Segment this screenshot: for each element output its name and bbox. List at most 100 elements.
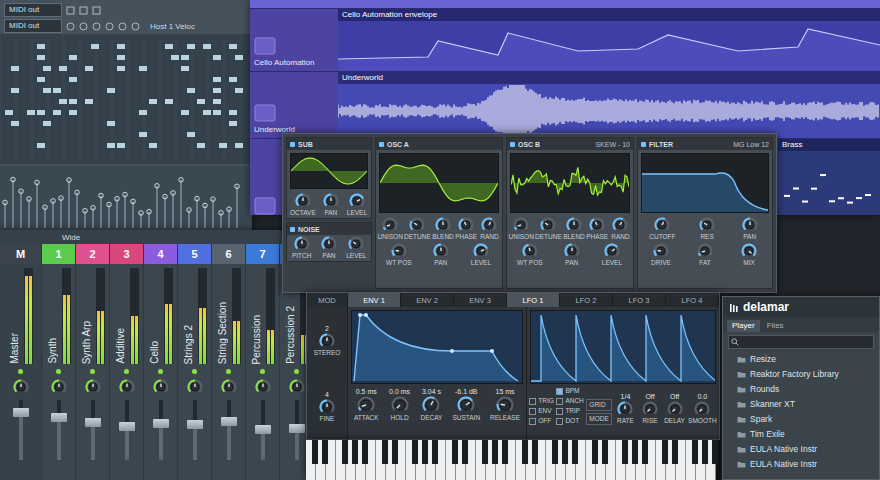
active-led[interactable] [192,369,197,374]
switch-box[interactable] [556,408,563,415]
black-key[interactable] [502,440,508,464]
switch-box[interactable] [556,418,563,425]
knob-dial[interactable] [422,396,440,414]
knob-dial[interactable] [357,396,375,414]
output-select[interactable]: MIDI out [4,19,62,33]
switch-box[interactable] [529,408,536,415]
mod-tab[interactable]: ENV 1 [348,293,401,307]
mod-tab[interactable]: LFO 3 [613,293,666,307]
knob-dial[interactable] [85,379,101,395]
knob-dial[interactable] [221,379,237,395]
knob-dial[interactable] [289,379,305,395]
knob-dial[interactable] [654,217,670,233]
knob[interactable]: DETUNE [404,217,431,241]
knob-dial[interactable] [391,396,409,414]
mixer-strip[interactable]: MMaster [0,244,42,480]
black-key[interactable] [322,440,328,464]
knob-dial[interactable] [481,217,497,233]
knob-dial[interactable] [458,217,474,233]
power-led[interactable] [290,142,295,147]
knob-dial[interactable] [522,243,538,259]
knob[interactable]: PAN [320,193,342,217]
knob[interactable]: 1/4RATE [614,392,636,425]
knob-dial[interactable] [604,243,620,259]
black-key[interactable] [642,440,648,464]
knob-dial[interactable] [564,243,580,259]
knob[interactable]: RAND [478,217,500,241]
knob[interactable] [150,379,172,395]
knob-dial[interactable] [319,333,335,349]
lfo-switch[interactable]: OFF [529,417,554,425]
knob-dial[interactable] [382,217,398,233]
strip-header[interactable]: 4 [144,244,177,264]
mixer-strip[interactable]: 7Percussion [246,244,280,480]
knob-dial[interactable] [642,401,658,417]
browser-item[interactable]: Tim Exile [723,427,879,442]
black-key[interactable] [522,440,528,464]
browser-item[interactable]: Reaktor Factory Library [723,367,879,382]
black-key[interactable] [412,440,418,464]
white-key[interactable] [306,440,316,480]
knob-dial[interactable] [566,217,582,233]
knob-dial[interactable] [255,379,271,395]
clip[interactable]: Brass [778,139,880,215]
event-target[interactable]: Host 1 Veloc [150,22,195,31]
strip-header[interactable]: 7 [246,244,279,264]
knob[interactable]: UNISON [509,217,534,241]
browser-item[interactable]: EULA Native Instr [723,457,879,472]
active-led[interactable] [124,369,129,374]
knob-dial[interactable] [349,193,365,209]
strip-header[interactable]: 5 [178,244,211,264]
active-led[interactable] [56,369,61,374]
knob-dial[interactable] [617,401,633,417]
white-key[interactable] [686,440,696,480]
knob[interactable]: RES [696,217,718,241]
lfo-switch[interactable]: ANCH [556,397,583,405]
black-key[interactable] [702,440,708,464]
strip-header[interactable]: 1 [42,244,75,264]
knob[interactable]: OffRISE [639,392,661,425]
panel-subtitle[interactable]: SKEW - 10 [595,141,630,148]
black-key[interactable] [602,440,608,464]
switch-box[interactable] [529,418,536,425]
browser-tab[interactable]: Player [727,320,760,332]
mixer-strip[interactable]: 1Synth [42,244,76,480]
power-led[interactable] [379,142,384,147]
volume-fader[interactable] [159,400,163,460]
knob-dial[interactable] [187,379,203,395]
active-led[interactable] [158,369,163,374]
power-led[interactable] [641,142,646,147]
knob[interactable]: 15 msRELEASE [490,387,520,422]
volume-fader[interactable] [125,400,129,460]
knob-dial[interactable] [653,243,669,259]
browser-item[interactable]: Spark [723,412,879,427]
white-key[interactable] [586,440,596,480]
black-key[interactable] [622,440,628,464]
strip-header[interactable]: 2 [76,244,109,264]
knob-dial[interactable] [612,217,628,233]
white-key[interactable] [546,440,556,480]
volume-fader[interactable] [261,400,265,460]
knob-dial[interactable] [741,243,757,259]
fader-cap[interactable] [85,418,101,427]
white-key[interactable] [336,440,346,480]
knob-dial[interactable] [435,217,451,233]
black-key[interactable] [452,440,458,464]
switch-box[interactable] [556,388,563,395]
knob[interactable] [252,379,274,395]
knob[interactable]: PAN [739,217,761,241]
knob-dial[interactable] [457,396,475,414]
white-key[interactable] [656,440,666,480]
mixer-strip[interactable]: 2Synth Arp [76,244,110,480]
browser-item[interactable]: Rounds [723,382,879,397]
fader-cap[interactable] [289,424,305,433]
knob[interactable]: LEVEL [345,236,367,260]
knob-dial[interactable] [119,379,135,395]
knob-dial[interactable] [391,243,407,259]
knob[interactable] [10,379,32,395]
volume-fader[interactable] [193,400,197,460]
white-key[interactable] [446,440,456,480]
white-key[interactable] [406,440,416,480]
white-key[interactable] [476,440,486,480]
power-led[interactable] [510,142,515,147]
